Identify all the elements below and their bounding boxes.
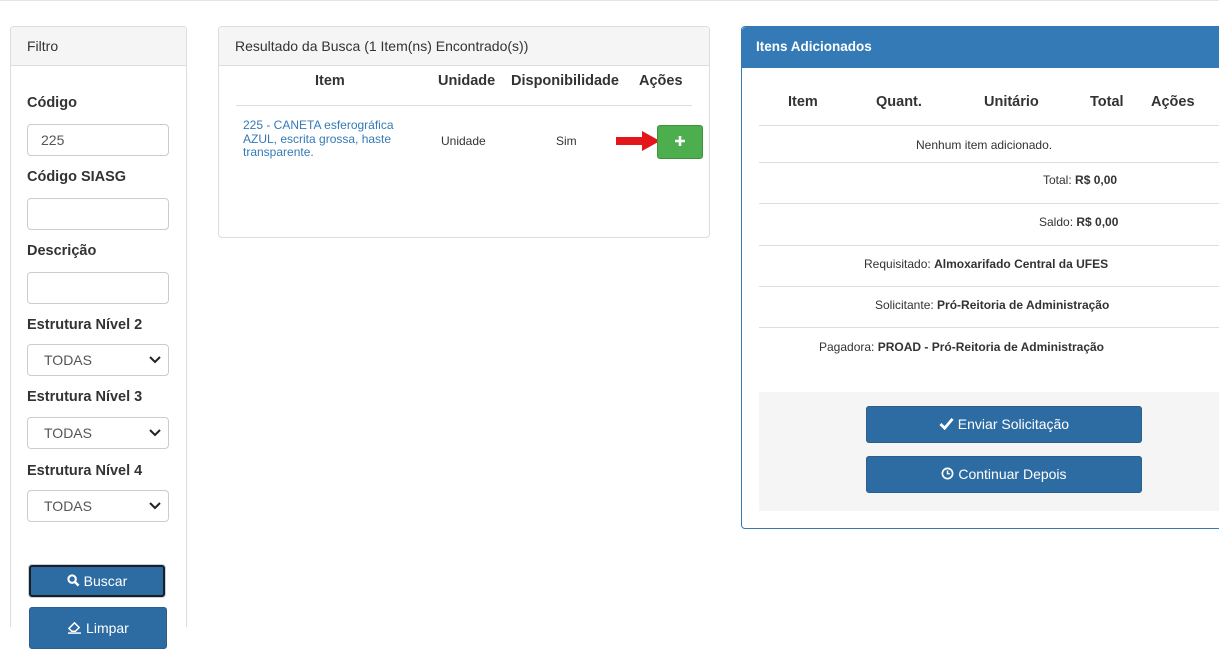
item-link[interactable]: 225 - CANETA esferográfica AZUL, escrita… [243, 118, 423, 160]
total-value: R$ 0,00 [1075, 173, 1118, 187]
solicitante-label: Solicitante: [875, 298, 934, 312]
red-arrow-icon [616, 131, 660, 151]
col-header-item: Item [315, 73, 345, 89]
result-panel: Resultado da Busca (1 Item(ns) Encontrad… [218, 26, 710, 238]
nivel3-select-value: TODAS [44, 425, 92, 441]
pagadora-label: Pagadora: [819, 340, 875, 354]
col-header-disponibilidade: Disponibilidade [511, 73, 619, 89]
codigo-input[interactable]: 225 [27, 124, 169, 156]
nivel4-select[interactable]: TODAS [27, 490, 169, 522]
saldo-value: R$ 0,00 [1076, 215, 1119, 229]
continuar-depois-button[interactable]: Continuar Depois [866, 456, 1142, 493]
buscar-button[interactable]: Buscar [29, 565, 165, 597]
col-header-acoes: Ações [1151, 94, 1195, 110]
chevron-down-icon [149, 502, 161, 510]
solicitante-row: Solicitante: Pró-Reitoria de Administraç… [875, 298, 1109, 312]
enviar-label: Enviar Solicitação [957, 416, 1070, 432]
col-header-unidade: Unidade [438, 73, 496, 89]
nivel2-select[interactable]: TODAS [27, 344, 169, 376]
header-divider [236, 105, 692, 106]
buscar-label: Buscar [83, 573, 128, 589]
top-divider [0, 0, 1219, 1]
pagadora-value: PROAD - Pró-Reitoria de Administração [877, 340, 1104, 354]
requisitado-row: Requisitado: Almoxarifado Central da UFE… [864, 257, 1108, 271]
saldo-row: Saldo: R$ 0,00 [1039, 215, 1118, 229]
added-items-panel: Itens Adicionados Item Quant. Unitário T… [741, 26, 1219, 529]
descricao-input[interactable] [27, 272, 169, 304]
chevron-down-icon [149, 356, 161, 364]
enviar-solicitacao-button[interactable]: Enviar Solicitação [866, 406, 1142, 443]
nivel4-select-value: TODAS [44, 498, 92, 514]
col-header-total: Total [1090, 94, 1124, 110]
continuar-label: Continuar Depois [958, 466, 1067, 482]
added-title: Itens Adicionados [742, 27, 1219, 68]
pagadora-row: Pagadora: PROAD - Pró-Reitoria de Admini… [819, 340, 1104, 354]
empty-message: Nenhum item adicionado. [916, 138, 1053, 152]
requisitado-label: Requisitado: [864, 257, 931, 271]
search-icon [67, 574, 80, 587]
col-header-acoes: Ações [639, 73, 683, 89]
codigo-siasg-label: Código SIASG [27, 169, 127, 185]
solicitante-value: Pró-Reitoria de Administração [937, 298, 1110, 312]
cell-unidade: Unidade [441, 134, 486, 148]
limpar-button[interactable]: Limpar [29, 607, 167, 649]
cell-disponibilidade: Sim [556, 134, 577, 148]
filter-title: Filtro [11, 27, 186, 66]
nivel3-label: Estrutura Nível 3 [27, 389, 143, 405]
divider [759, 286, 1219, 287]
codigo-label: Código [27, 95, 77, 111]
divider [759, 245, 1219, 246]
clock-icon [942, 467, 954, 480]
filter-panel: Filtro Código 225 Código SIASG Descrição… [10, 26, 187, 649]
check-icon [939, 417, 954, 431]
eraser-icon [68, 621, 82, 634]
nivel2-label: Estrutura Nível 2 [27, 317, 143, 333]
col-header-unitario: Unitário [984, 94, 1039, 110]
requisitado-value: Almoxarifado Central da UFES [934, 257, 1109, 271]
nivel4-label: Estrutura Nível 4 [27, 463, 143, 479]
chevron-down-icon [149, 429, 161, 437]
divider [759, 125, 1219, 126]
descricao-label: Descrição [27, 243, 97, 259]
divider [759, 162, 1219, 163]
add-item-button[interactable] [657, 125, 703, 159]
col-header-item: Item [788, 94, 818, 110]
col-header-quant: Quant. [876, 94, 922, 110]
total-row: Total: R$ 0,00 [1043, 173, 1117, 187]
nivel3-select[interactable]: TODAS [27, 417, 169, 449]
saldo-label: Saldo: [1039, 215, 1074, 229]
total-label: Total: [1043, 173, 1072, 187]
panel-footer: Enviar Solicitação Continuar Depois [759, 392, 1219, 511]
codigo-siasg-input[interactable] [27, 198, 169, 230]
divider [759, 327, 1219, 328]
result-title: Resultado da Busca (1 Item(ns) Encontrad… [219, 27, 709, 66]
plus-icon [675, 136, 685, 146]
limpar-label: Limpar [86, 620, 129, 636]
divider [759, 203, 1219, 204]
nivel2-select-value: TODAS [44, 352, 92, 368]
